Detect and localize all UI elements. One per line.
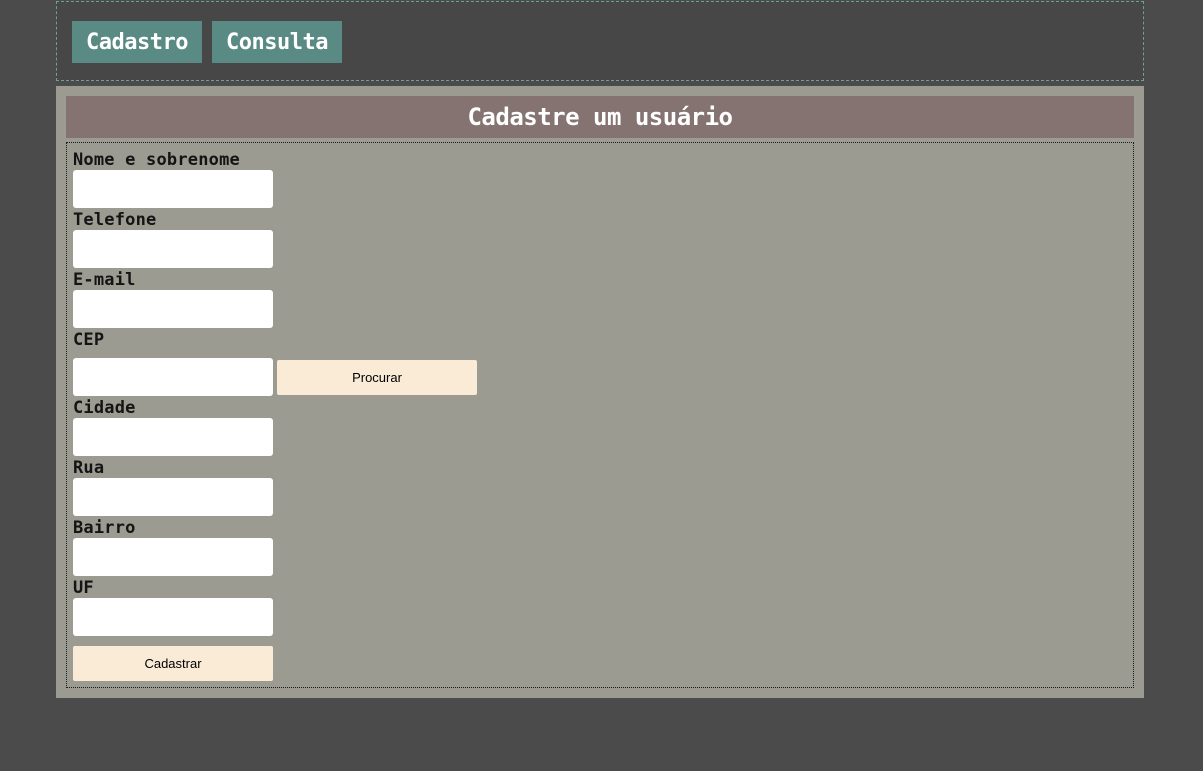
top-nav: Cadastro Consulta xyxy=(56,1,1144,81)
uf-input[interactable] xyxy=(73,598,273,636)
uf-label: UF xyxy=(73,578,94,598)
procurar-button[interactable]: Procurar xyxy=(277,360,477,395)
nome-input[interactable] xyxy=(73,170,273,208)
registration-form: Nome e sobrenome Telefone E-mail CEP Pro… xyxy=(66,142,1134,688)
bairro-input[interactable] xyxy=(73,538,273,576)
email-label: E-mail xyxy=(73,270,136,290)
nav-cadastro-button[interactable]: Cadastro xyxy=(72,21,202,63)
registration-panel: Cadastre um usuário Nome e sobrenome Tel… xyxy=(56,86,1144,698)
cidade-label: Cidade xyxy=(73,398,136,418)
cep-input[interactable] xyxy=(73,358,273,396)
nome-label: Nome e sobrenome xyxy=(73,150,240,170)
bairro-label: Bairro xyxy=(73,518,136,538)
telefone-input[interactable] xyxy=(73,230,273,268)
email-input[interactable] xyxy=(73,290,273,328)
cep-label: CEP xyxy=(73,330,105,350)
nav-consulta-button[interactable]: Consulta xyxy=(212,21,342,63)
rua-input[interactable] xyxy=(73,478,273,516)
form-title: Cadastre um usuário xyxy=(66,96,1134,138)
cidade-input[interactable] xyxy=(73,418,273,456)
rua-label: Rua xyxy=(73,458,105,478)
telefone-label: Telefone xyxy=(73,210,157,230)
cadastrar-button[interactable]: Cadastrar xyxy=(73,646,273,681)
